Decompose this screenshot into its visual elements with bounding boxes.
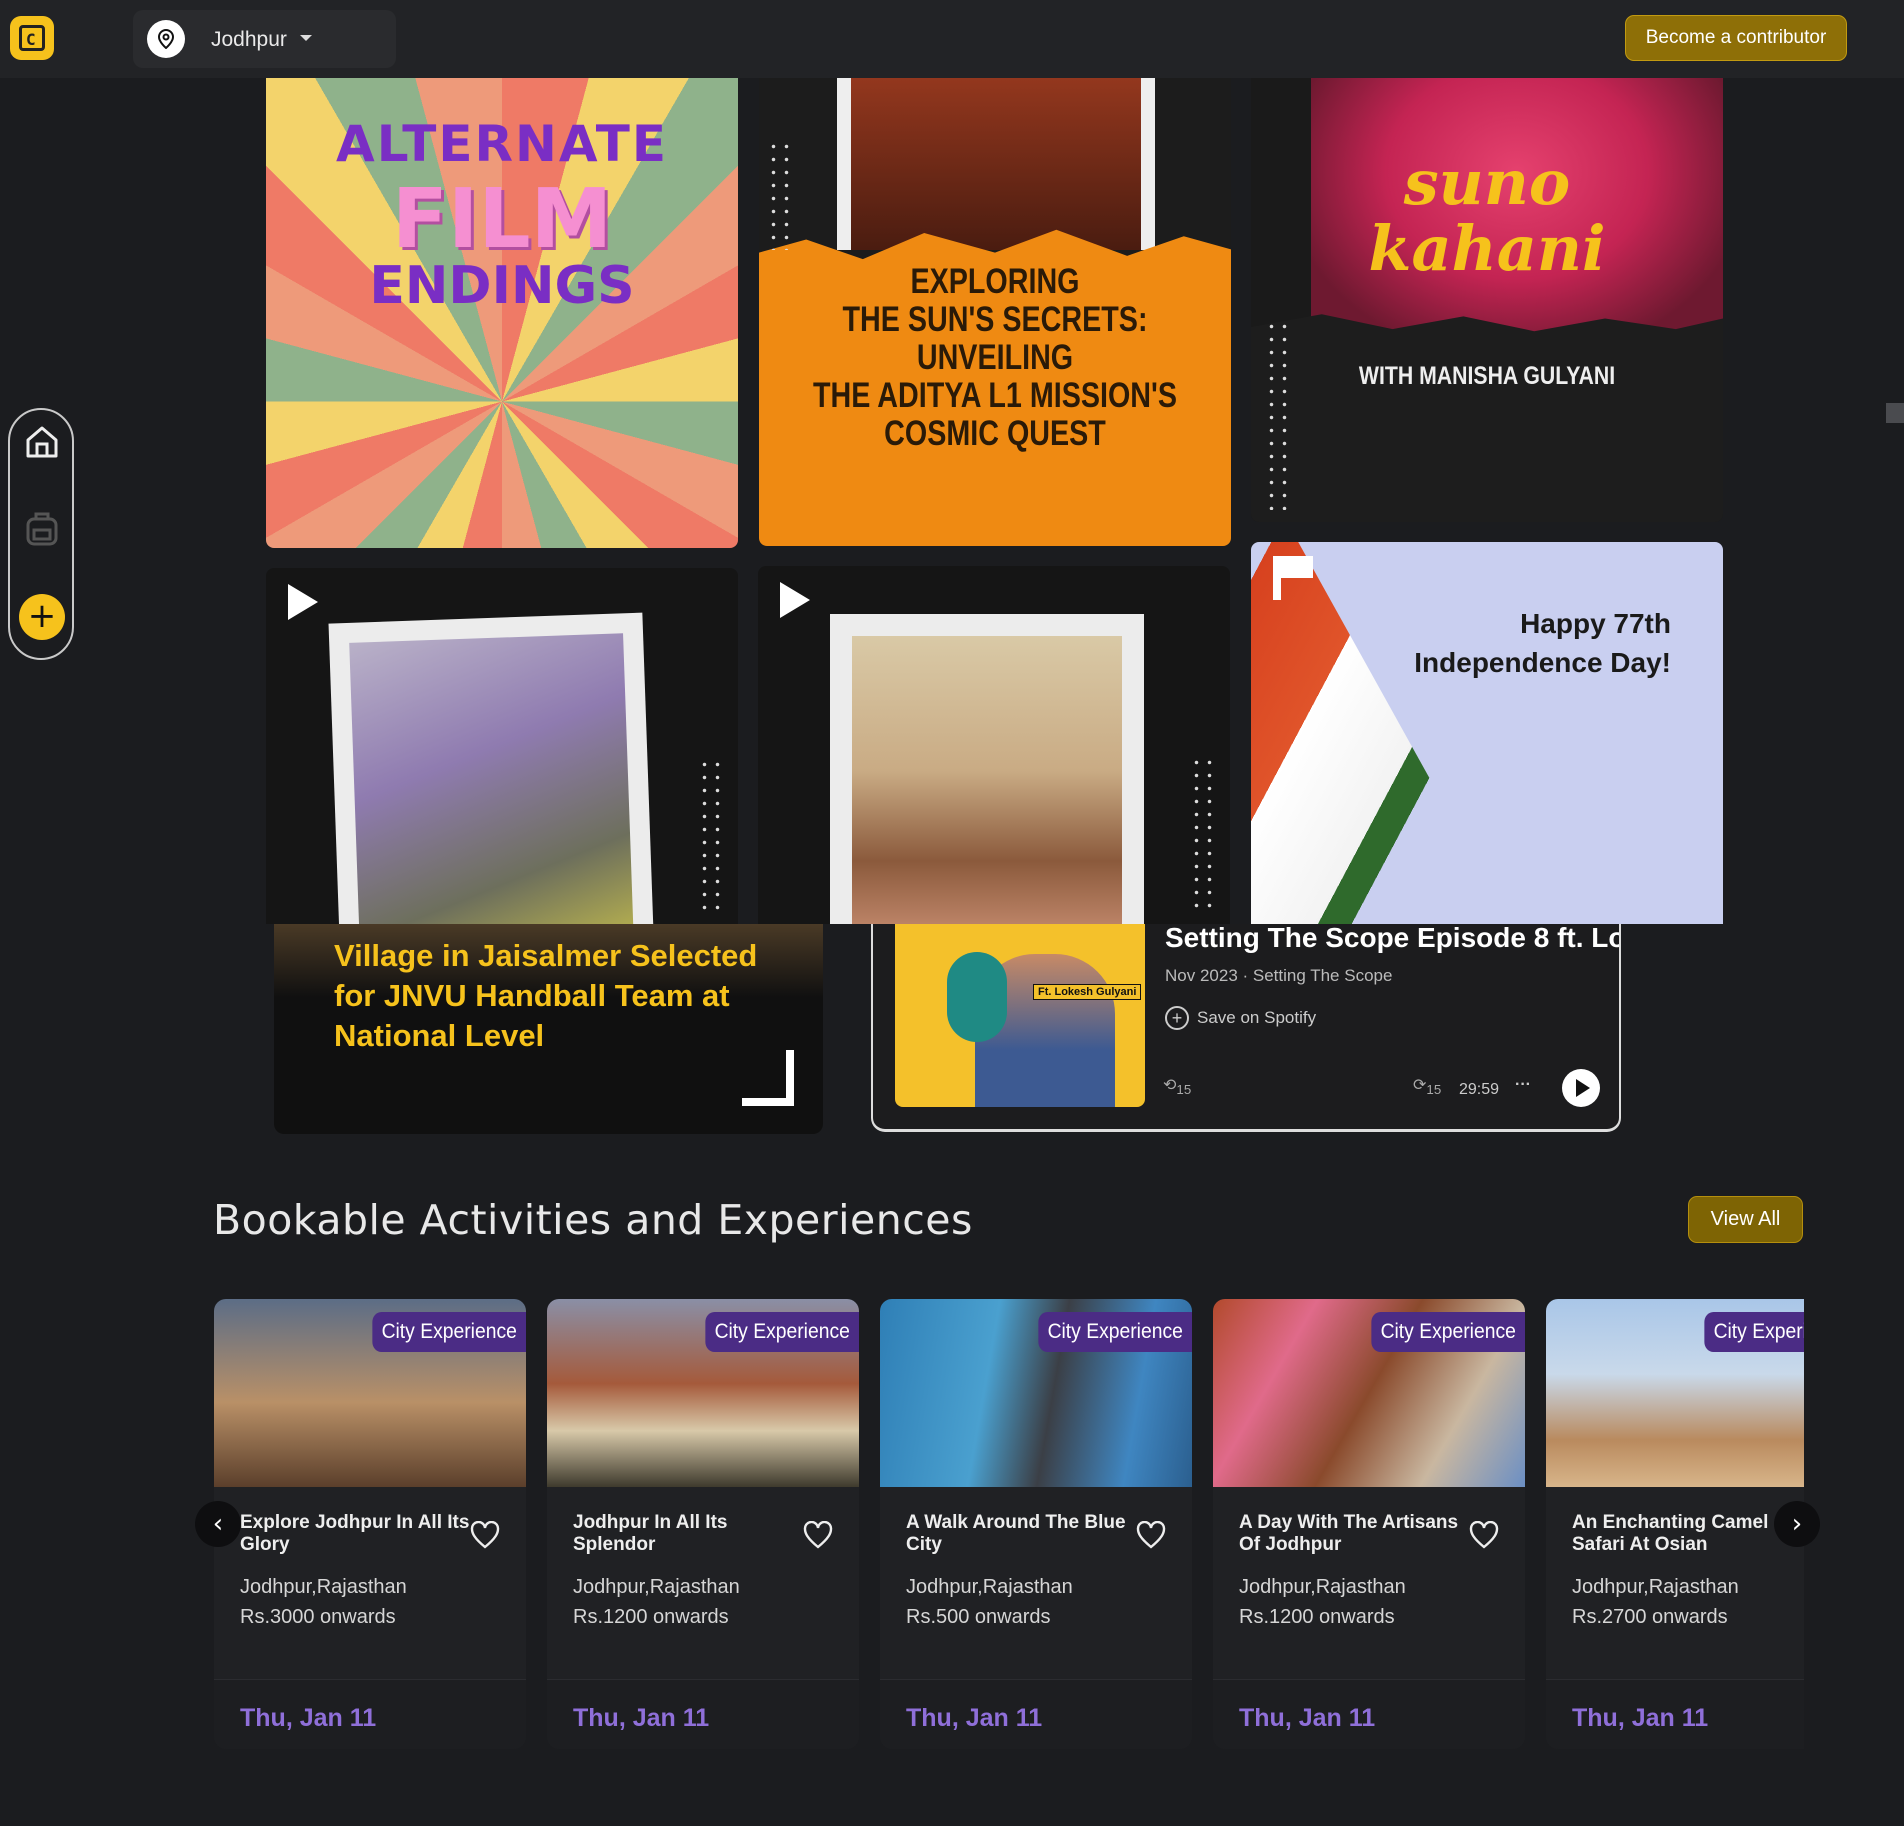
backpack-icon[interactable] — [22, 508, 62, 548]
activity-price: Rs.2700 onwards — [1572, 1606, 1728, 1628]
artwork-label: Ft. Lokesh Gulyani — [1033, 984, 1142, 1000]
tile-title-line: ALTERNATE — [336, 115, 668, 173]
activity-price: Rs.500 onwards — [906, 1606, 1051, 1628]
heart-icon[interactable] — [1136, 1521, 1166, 1549]
skip-forward-icon[interactable]: ⟳15 — [1413, 1075, 1441, 1097]
activity-name[interactable]: A Day With The Artisans Of Jodhpur — [1239, 1512, 1471, 1556]
section-title: Bookable Activities and Experiences — [213, 1196, 973, 1244]
tile-text: Happy 77th Independence Day! — [1414, 608, 1671, 678]
tile-title-line: FILM — [391, 172, 613, 267]
polaroid-frame — [830, 614, 1144, 924]
activities-carousel: City Experience Explore Jodhpur In All I… — [214, 1299, 1804, 1749]
video-tile-aditya-l1[interactable]: EXPLORING THE SUN'S SECRETS: UNVEILING T… — [759, 60, 1231, 546]
tile-subtitle: WITH MANISHA GULYANI — [1358, 362, 1616, 390]
spotify-embed[interactable]: Ft. Lokesh Gulyani Setting The Scope Epi… — [871, 924, 1621, 1132]
activity-date: Thu, Jan 11 — [573, 1704, 710, 1732]
activity-card[interactable]: City Experience A Walk Around The Blue C… — [880, 1299, 1192, 1749]
home-icon[interactable] — [22, 422, 62, 462]
news-headline: Village in Jaisalmer Selected for JNVU H… — [334, 938, 758, 1053]
carousel-next-button[interactable]: › — [1774, 1501, 1820, 1547]
flag-icon — [1273, 556, 1315, 600]
activity-name[interactable]: An Enchanting Camel Safari At Osian — [1572, 1512, 1804, 1556]
activity-location: Jodhpur,Rajasthan — [1239, 1576, 1406, 1598]
episode-duration: 29:59 — [1459, 1081, 1500, 1098]
activity-card[interactable]: City Experience Jodhpur In All Its Splen… — [547, 1299, 859, 1749]
skip-back-seconds: 15 — [1176, 1082, 1192, 1098]
activity-name[interactable]: Jodhpur In All Its Splendor — [573, 1512, 805, 1556]
dots-decoration — [698, 758, 724, 918]
heart-icon[interactable] — [470, 1521, 500, 1549]
activity-name[interactable]: Explore Jodhpur In All Its Glory — [240, 1512, 472, 1556]
video-tile-lander[interactable] — [266, 568, 738, 924]
dots-decoration — [1190, 756, 1216, 916]
episode-title[interactable]: Setting The Scope Episode 8 ft. Lo — [1165, 924, 1619, 954]
activity-date: Thu, Jan 11 — [1572, 1704, 1709, 1732]
category-tag: City Experience — [705, 1312, 859, 1352]
page-scrollbar[interactable] — [1886, 403, 1904, 423]
heart-icon[interactable] — [1469, 1521, 1499, 1549]
heart-icon[interactable] — [803, 1521, 833, 1549]
podcast-artwork: Ft. Lokesh Gulyani — [895, 924, 1145, 1107]
save-label: Save on Spotify — [1197, 1008, 1317, 1027]
save-on-spotify-button[interactable]: + Save on Spotify — [1165, 1006, 1316, 1030]
activity-location: Jodhpur,Rajasthan — [906, 1576, 1073, 1598]
more-options-icon[interactable]: ··· — [1515, 1076, 1531, 1094]
activity-price: Rs.1200 onwards — [573, 1606, 729, 1628]
dots-decoration — [1265, 320, 1291, 510]
location-name: Jodhpur — [211, 28, 287, 51]
news-card[interactable]: Village in Jaisalmer Selected for JNVU H… — [274, 924, 823, 1134]
video-tile-suno-kahani[interactable]: suno kahani WITH MANISHA GULYANI — [1251, 60, 1723, 522]
activity-card[interactable]: City Experience A Day With The Artisans … — [1213, 1299, 1525, 1749]
tile-photo — [349, 633, 634, 924]
activity-card[interactable]: City Experience An Enchanting Camel Safa… — [1546, 1299, 1804, 1749]
activity-location: Jodhpur,Rajasthan — [1572, 1576, 1739, 1598]
polaroid-frame — [328, 612, 654, 924]
skip-forward-seconds: 15 — [1426, 1082, 1442, 1098]
activity-price: Rs.1200 onwards — [1239, 1606, 1395, 1628]
location-pin-icon — [147, 20, 185, 58]
category-tag: City Experience — [1038, 1312, 1192, 1352]
activity-name[interactable]: A Walk Around The Blue City — [906, 1512, 1138, 1556]
indian-flag-image — [1251, 542, 1511, 924]
play-button[interactable] — [1562, 1069, 1600, 1107]
corner-bracket-icon — [742, 1050, 794, 1106]
video-tile-independence-day[interactable]: Happy 77th Independence Day! — [1251, 542, 1723, 924]
category-tag: City Experience — [1371, 1312, 1525, 1352]
carousel-prev-button[interactable]: ‹ — [195, 1501, 241, 1547]
torn-paper — [1251, 314, 1723, 522]
category-tag: City Experience — [1704, 1312, 1804, 1352]
play-icon[interactable] — [780, 582, 810, 618]
category-tag: City Experience — [372, 1312, 526, 1352]
tile-text: EXPLORING THE SUN'S SECRETS: UNVEILING T… — [812, 262, 1178, 453]
top-navbar: C Jodhpur Become a contributor — [0, 0, 1904, 78]
activity-location: Jodhpur,Rajasthan — [573, 1576, 740, 1598]
activity-date: Thu, Jan 11 — [906, 1704, 1043, 1732]
microphone-icon — [947, 952, 1007, 1042]
app-logo[interactable]: C — [10, 16, 54, 60]
activity-date: Thu, Jan 11 — [1239, 1704, 1376, 1732]
location-selector[interactable]: Jodhpur — [133, 10, 396, 68]
skip-back-icon[interactable]: ⟲15 — [1163, 1075, 1191, 1097]
episode-meta: Nov 2023 · Setting The Scope — [1165, 966, 1393, 985]
video-tile-storyteller[interactable] — [758, 566, 1230, 924]
video-tile-alternate-film-endings[interactable]: ALTERNATE FILM ENDINGS — [266, 60, 738, 548]
side-rail: + — [8, 408, 74, 660]
view-all-button[interactable]: View All — [1688, 1196, 1803, 1243]
plus-circle-icon: + — [1165, 1006, 1189, 1030]
tile-photo — [852, 636, 1122, 924]
activity-location: Jodhpur,Rajasthan — [240, 1576, 407, 1598]
tile-title-line: ENDINGS — [369, 256, 635, 316]
become-contributor-button[interactable]: Become a contributor — [1625, 15, 1847, 61]
chevron-down-icon — [300, 35, 312, 41]
tile-title: suno kahani — [1368, 146, 1606, 285]
activity-price: Rs.3000 onwards — [240, 1606, 396, 1628]
play-icon[interactable] — [288, 584, 318, 620]
activity-date: Thu, Jan 11 — [240, 1704, 377, 1732]
activity-card[interactable]: City Experience Explore Jodhpur In All I… — [214, 1299, 526, 1749]
tile-photo — [837, 60, 1155, 250]
add-plus-button[interactable]: + — [19, 594, 65, 640]
dots-decoration — [767, 140, 793, 250]
